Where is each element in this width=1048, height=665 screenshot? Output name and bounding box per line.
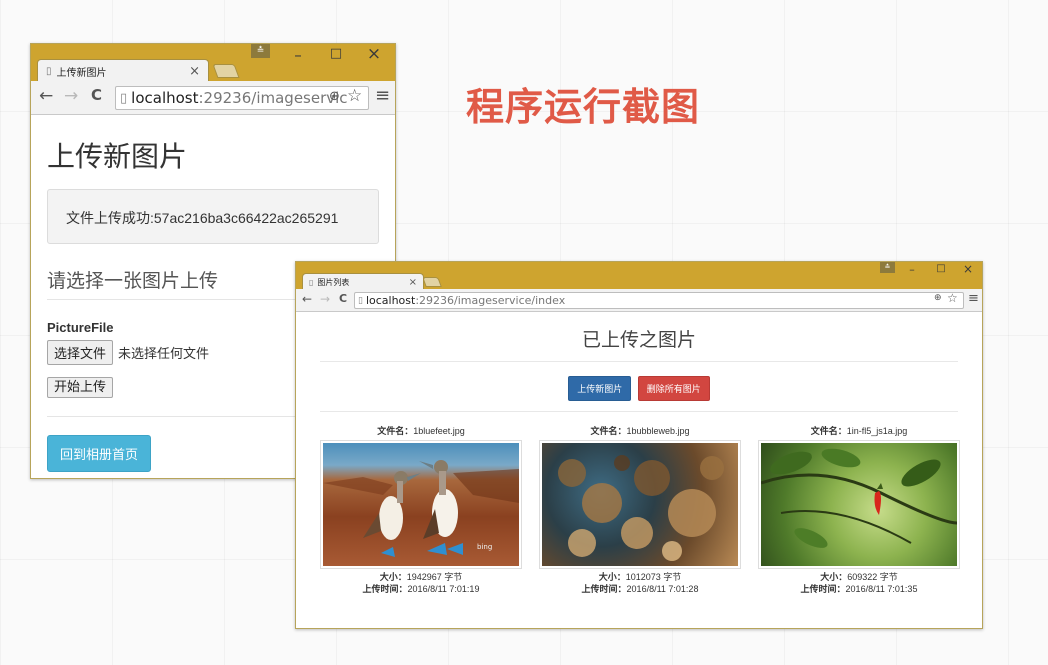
image-card: 文件名：1bubbleweb.jpg 大小：1012073 字节 上传时间：20… (539, 425, 741, 595)
forward-icon[interactable]: → (320, 292, 330, 306)
tab-close-icon[interactable]: × (189, 64, 200, 79)
gallery-page: 已上传之图片 上传新图片 删除所有图片 文件名：1bluefeet.jpg bi… (296, 312, 982, 628)
image-card: 文件名：1bluefeet.jpg bing 大小：1942967 字节 上传时… (320, 425, 522, 595)
upload-time-line: 上传时间：2016/8/11 7:01:19 (362, 584, 480, 594)
divider (320, 361, 958, 362)
new-tab-button[interactable] (422, 277, 442, 287)
filename: 1in-fl5_js1a.jpg (846, 426, 908, 436)
minimize-icon[interactable]: – (903, 263, 921, 276)
close-icon[interactable]: × (959, 262, 977, 276)
maximize-icon[interactable]: □ (323, 46, 349, 61)
url-host: localhost (365, 294, 416, 307)
upload-time: 2016/8/11 7:01:28 (626, 584, 699, 594)
filesize-line: 大小：1012073 字节 (598, 572, 682, 582)
page-icon: ▯ (309, 277, 314, 287)
filesize: 1012073 字节 (625, 572, 682, 582)
back-icon[interactable]: ← (302, 292, 312, 306)
maximize-icon[interactable]: □ (932, 263, 950, 274)
title-bar: ▯ 上传新图片 × ≛ – □ × (31, 44, 395, 82)
page-icon: ▯ (46, 65, 52, 77)
filename: 1bluefeet.jpg (413, 426, 465, 436)
zoom-icon[interactable]: ⊕ (329, 89, 340, 104)
image-thumbnail[interactable]: bing (320, 440, 522, 569)
upload-time-line: 上传时间：2016/8/11 7:01:28 (581, 584, 699, 594)
filename: 1bubbleweb.jpg (626, 426, 690, 436)
image-thumbnail[interactable] (539, 440, 741, 569)
menu-icon[interactable]: ≡ (968, 291, 979, 306)
back-to-album-button[interactable]: 回到相册首页 (47, 435, 152, 472)
bing-watermark: bing (477, 543, 492, 551)
upload-time: 2016/8/11 7:01:35 (845, 584, 918, 594)
filename-line: 文件名：1bluefeet.jpg (377, 426, 465, 436)
filesize-line: 大小：609322 字节 (820, 572, 898, 582)
forward-icon[interactable]: → (64, 86, 78, 106)
page-icon: ▯ (120, 90, 128, 106)
gallery-browser-window: ▯ 图片列表 × ≛ – □ × ← → C ▯ localhost:29236… (295, 261, 983, 629)
page-title: 已上传之图片 (581, 329, 696, 351)
address-bar[interactable]: ▯ localhost:29236/imageservice/index (354, 292, 964, 309)
filesize: 609322 字节 (847, 572, 898, 582)
close-icon[interactable]: × (361, 44, 387, 64)
reload-icon[interactable]: C (91, 86, 102, 104)
title-bar: ▯ 图片列表 × ≛ – □ × (296, 262, 982, 290)
image-grid: 文件名：1bluefeet.jpg bing 大小：1942967 字节 上传时… (320, 425, 960, 605)
success-alert: 文件上传成功:57ac216ba3c66422ac265291 (47, 189, 379, 244)
reload-icon[interactable]: C (339, 292, 347, 305)
upload-submit-button[interactable]: 开始上传 (47, 377, 114, 398)
tab-close-icon[interactable]: × (409, 277, 417, 288)
divider (320, 411, 958, 412)
upload-time: 2016/8/11 7:01:19 (407, 584, 480, 594)
filesize: 1942967 字节 (406, 572, 463, 582)
page-title: 上传新图片 (47, 140, 188, 173)
url-path: :29236/imageservic (198, 89, 348, 107)
action-buttons: 上传新图片 删除所有图片 (296, 376, 982, 401)
page-icon: ▯ (358, 295, 363, 306)
star-icon[interactable]: ☆ (947, 291, 958, 305)
image-card: 文件名：1in-fl5_js1a.jpg 大小：609322 字节 上传时间：2… (758, 425, 960, 595)
url-path: :29236/imageservice/index (415, 294, 566, 307)
browser-toolbar: ← → C ▯ localhost:29236/imageservice/ind… (296, 289, 982, 312)
success-message: 文件上传成功:57ac216ba3c66422ac265291 (66, 210, 339, 226)
tab-upload[interactable]: ▯ 上传新图片 × (37, 59, 209, 82)
tab-title: 上传新图片 (56, 67, 107, 79)
url-host: localhost (131, 89, 199, 107)
delete-all-images-button[interactable]: 删除所有图片 (637, 376, 710, 401)
choose-file-button[interactable]: 选择文件 (47, 340, 114, 365)
filesize-line: 大小：1942967 字节 (379, 572, 463, 582)
filename-line: 文件名：1in-fl5_js1a.jpg (810, 426, 908, 436)
user-icon[interactable]: ≛ (880, 262, 895, 273)
slide-title: 程序运行截图 (466, 85, 701, 129)
new-tab-button[interactable] (212, 64, 240, 78)
tab-title: 图片列表 (317, 277, 350, 287)
minimize-icon[interactable]: – (285, 46, 311, 64)
menu-icon[interactable]: ≡ (375, 85, 390, 106)
browser-toolbar: ← → C ▯ localhost:29236/imageservic ⊕ ☆ … (31, 81, 395, 115)
back-icon[interactable]: ← (39, 86, 53, 106)
upload-time-line: 上传时间：2016/8/11 7:01:35 (800, 584, 918, 594)
filename-line: 文件名：1bubbleweb.jpg (590, 426, 690, 436)
tab-gallery[interactable]: ▯ 图片列表 × (302, 273, 424, 290)
user-icon[interactable]: ≛ (251, 44, 270, 58)
no-file-text: 未选择任何文件 (118, 347, 210, 362)
zoom-icon[interactable]: ⊕ (934, 293, 942, 303)
upload-new-image-button[interactable]: 上传新图片 (568, 376, 632, 401)
image-thumbnail[interactable] (758, 440, 960, 569)
star-icon[interactable]: ☆ (347, 86, 362, 106)
